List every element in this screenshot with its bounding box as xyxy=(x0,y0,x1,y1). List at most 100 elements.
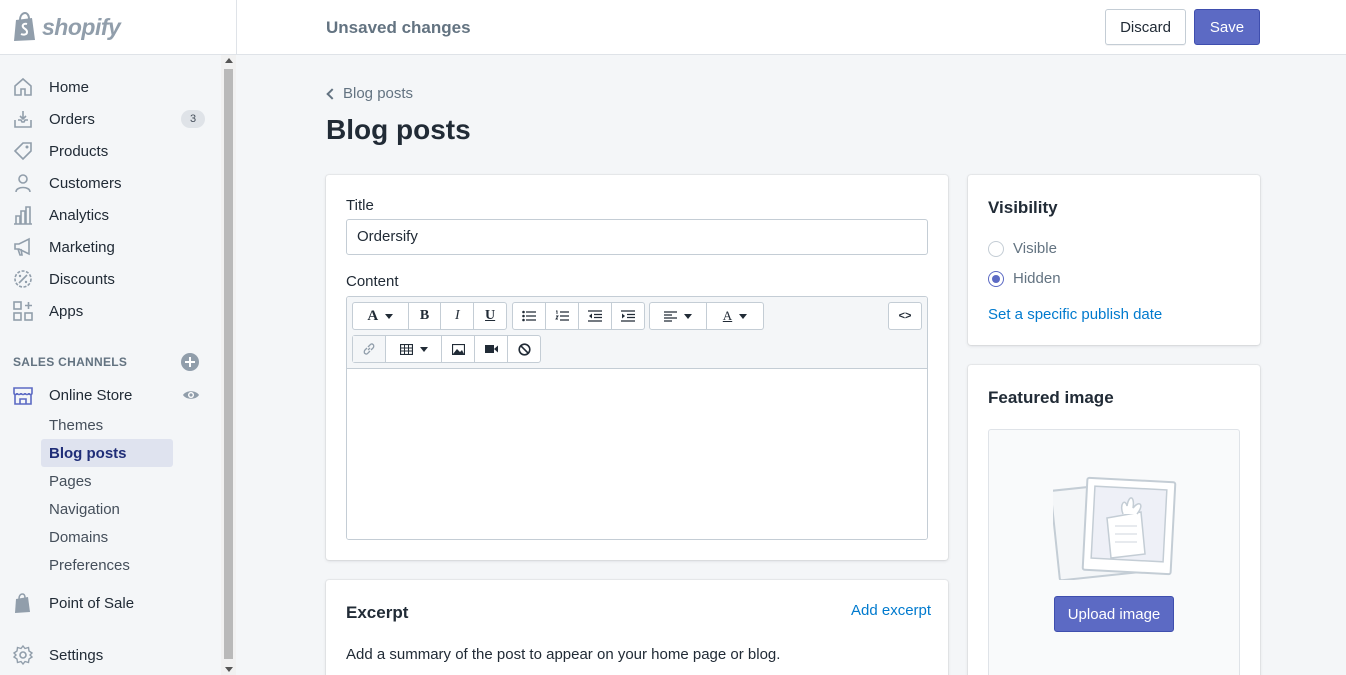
shopify-logo[interactable]: shopify xyxy=(12,11,121,43)
image-icon xyxy=(451,343,465,355)
outdent-button[interactable] xyxy=(579,303,612,329)
excerpt-card: Excerpt Add excerpt Add a summary of the… xyxy=(326,580,948,675)
sidebar-item-point-of-sale[interactable]: Point of Sale xyxy=(0,587,220,619)
scroll-up-arrow-icon[interactable] xyxy=(225,58,233,63)
shopify-bag-icon xyxy=(14,12,35,41)
set-publish-date-link[interactable]: Set a specific publish date xyxy=(988,306,1162,323)
top-bar: shopify Unsaved changes Discard Save xyxy=(0,0,1346,55)
home-icon xyxy=(14,77,32,96)
numbered-list-button[interactable] xyxy=(546,303,579,329)
sidebar-item-products[interactable]: Products xyxy=(0,135,220,167)
tag-icon xyxy=(13,142,32,161)
excerpt-heading: Excerpt xyxy=(346,603,409,622)
clear-formatting-button[interactable] xyxy=(508,336,540,362)
sidebar-item-label: Apps xyxy=(49,302,84,320)
html-source-button[interactable]: <> xyxy=(889,303,921,329)
discount-icon xyxy=(14,270,32,288)
apps-icon xyxy=(13,301,33,321)
add-excerpt-link[interactable]: Add excerpt xyxy=(851,602,931,619)
sidebar-item-label: Customers xyxy=(49,174,122,192)
sidebar-subitem-pages[interactable]: Pages xyxy=(41,467,173,495)
link-icon xyxy=(363,343,375,355)
insert-table-dropdown[interactable] xyxy=(386,336,442,362)
numbered-list-icon xyxy=(555,310,569,321)
hidden-radio[interactable] xyxy=(988,270,1004,287)
breadcrumb[interactable]: Blog posts xyxy=(326,85,413,102)
alignment-dropdown[interactable] xyxy=(650,303,707,329)
sidebar-item-customers[interactable]: Customers xyxy=(0,167,220,199)
rich-text-editor: A B I U A <> xyxy=(346,296,928,540)
bold-button[interactable]: B xyxy=(409,303,442,329)
discard-button[interactable]: Discard xyxy=(1105,9,1186,45)
unsaved-changes-text: Unsaved changes xyxy=(326,18,471,37)
excerpt-description: Add a summary of the post to appear on y… xyxy=(346,646,781,663)
sidebar-item-online-store[interactable]: Online Store xyxy=(0,379,220,411)
image-placeholder-icon xyxy=(1053,476,1177,580)
sidebar-item-label: Online Store xyxy=(49,386,133,404)
pos-bag-icon xyxy=(15,593,30,613)
add-sales-channel-icon[interactable] xyxy=(181,353,199,371)
bulleted-list-button[interactable] xyxy=(513,303,546,329)
sidebar-subitem-themes[interactable]: Themes xyxy=(41,411,173,439)
align-left-icon xyxy=(664,310,677,322)
sidebar-item-apps[interactable]: Apps xyxy=(0,295,220,327)
indent-button[interactable] xyxy=(612,303,644,329)
sidebar-item-analytics[interactable]: Analytics xyxy=(0,199,220,231)
hidden-radio-label: Hidden xyxy=(1013,270,1061,287)
orders-count-badge: 3 xyxy=(181,110,205,128)
caret-down-icon xyxy=(684,313,692,319)
insert-image-button[interactable] xyxy=(442,336,475,362)
italic-button[interactable]: I xyxy=(441,303,475,329)
font-icon: A xyxy=(367,307,379,324)
save-button[interactable]: Save xyxy=(1194,9,1260,45)
sidebar-subitem-blog-posts[interactable]: Blog posts xyxy=(41,439,173,467)
sidebar-item-label: Settings xyxy=(49,646,104,664)
italic-icon: I xyxy=(454,308,460,323)
sidebar-item-label: Products xyxy=(49,142,109,160)
image-dropzone[interactable]: Upload image xyxy=(988,429,1240,675)
content-label: Content xyxy=(346,273,399,290)
sidebar: Home Orders 3 Products Customers Analyti… xyxy=(0,55,236,675)
scrollbar-thumb[interactable] xyxy=(224,69,233,659)
scroll-down-arrow-icon[interactable] xyxy=(225,667,233,672)
sidebar-item-settings[interactable]: Settings xyxy=(0,639,220,671)
post-content-card: Title Ordersify Content A B I U A <> xyxy=(326,175,948,560)
sales-channels-heading: SALES CHANNELS xyxy=(13,355,128,369)
gear-icon xyxy=(12,644,34,666)
table-icon xyxy=(399,343,413,355)
title-input[interactable]: Ordersify xyxy=(346,219,928,255)
upload-image-button[interactable]: Upload image xyxy=(1054,596,1174,632)
sidebar-item-home[interactable]: Home xyxy=(0,71,220,103)
sidebar-subitem-preferences[interactable]: Preferences xyxy=(41,551,173,579)
title-label: Title xyxy=(346,197,374,214)
underline-button[interactable]: U xyxy=(474,303,506,329)
text-color-dropdown[interactable]: A xyxy=(707,303,763,329)
sidebar-item-label: Analytics xyxy=(49,206,110,224)
page-title: Blog posts xyxy=(326,114,471,145)
visible-radio-option[interactable]: Visible xyxy=(988,240,1057,257)
bar-chart-icon xyxy=(14,206,32,225)
sidebar-subitem-navigation[interactable]: Navigation xyxy=(41,495,173,523)
sidebar-scrollbar[interactable] xyxy=(221,55,236,675)
eye-icon[interactable] xyxy=(182,386,200,404)
bullet-list-icon xyxy=(522,310,536,322)
sidebar-subitem-domains[interactable]: Domains xyxy=(41,523,173,551)
clear-formatting-icon xyxy=(517,342,531,356)
featured-image-heading: Featured image xyxy=(988,388,1114,407)
megaphone-icon xyxy=(14,237,30,256)
sidebar-item-label: Orders xyxy=(49,110,95,128)
sidebar-item-orders[interactable]: Orders 3 xyxy=(0,103,220,135)
visible-radio[interactable] xyxy=(988,240,1004,257)
person-icon xyxy=(15,174,31,193)
underline-icon: U xyxy=(485,308,496,323)
insert-link-button[interactable] xyxy=(353,336,386,362)
hidden-radio-option[interactable]: Hidden xyxy=(988,270,1061,287)
sidebar-item-label: Discounts xyxy=(49,270,115,288)
sidebar-item-marketing[interactable]: Marketing xyxy=(0,231,220,263)
font-style-dropdown[interactable]: A xyxy=(353,303,409,329)
insert-video-button[interactable] xyxy=(475,336,508,362)
sidebar-item-discounts[interactable]: Discounts xyxy=(0,263,220,295)
outdent-icon xyxy=(588,310,602,322)
editor-content-area[interactable] xyxy=(347,369,927,539)
sidebar-item-label: Marketing xyxy=(49,238,115,256)
